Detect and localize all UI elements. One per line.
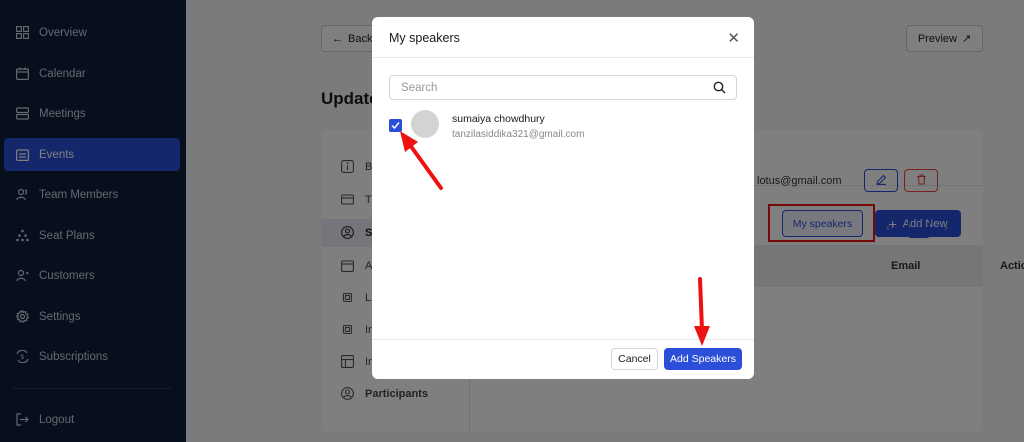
annotation-arrow-checkbox: [400, 131, 443, 190]
annotation-arrow-add-speakers: [694, 277, 710, 346]
annotation-arrows: [400, 131, 710, 346]
